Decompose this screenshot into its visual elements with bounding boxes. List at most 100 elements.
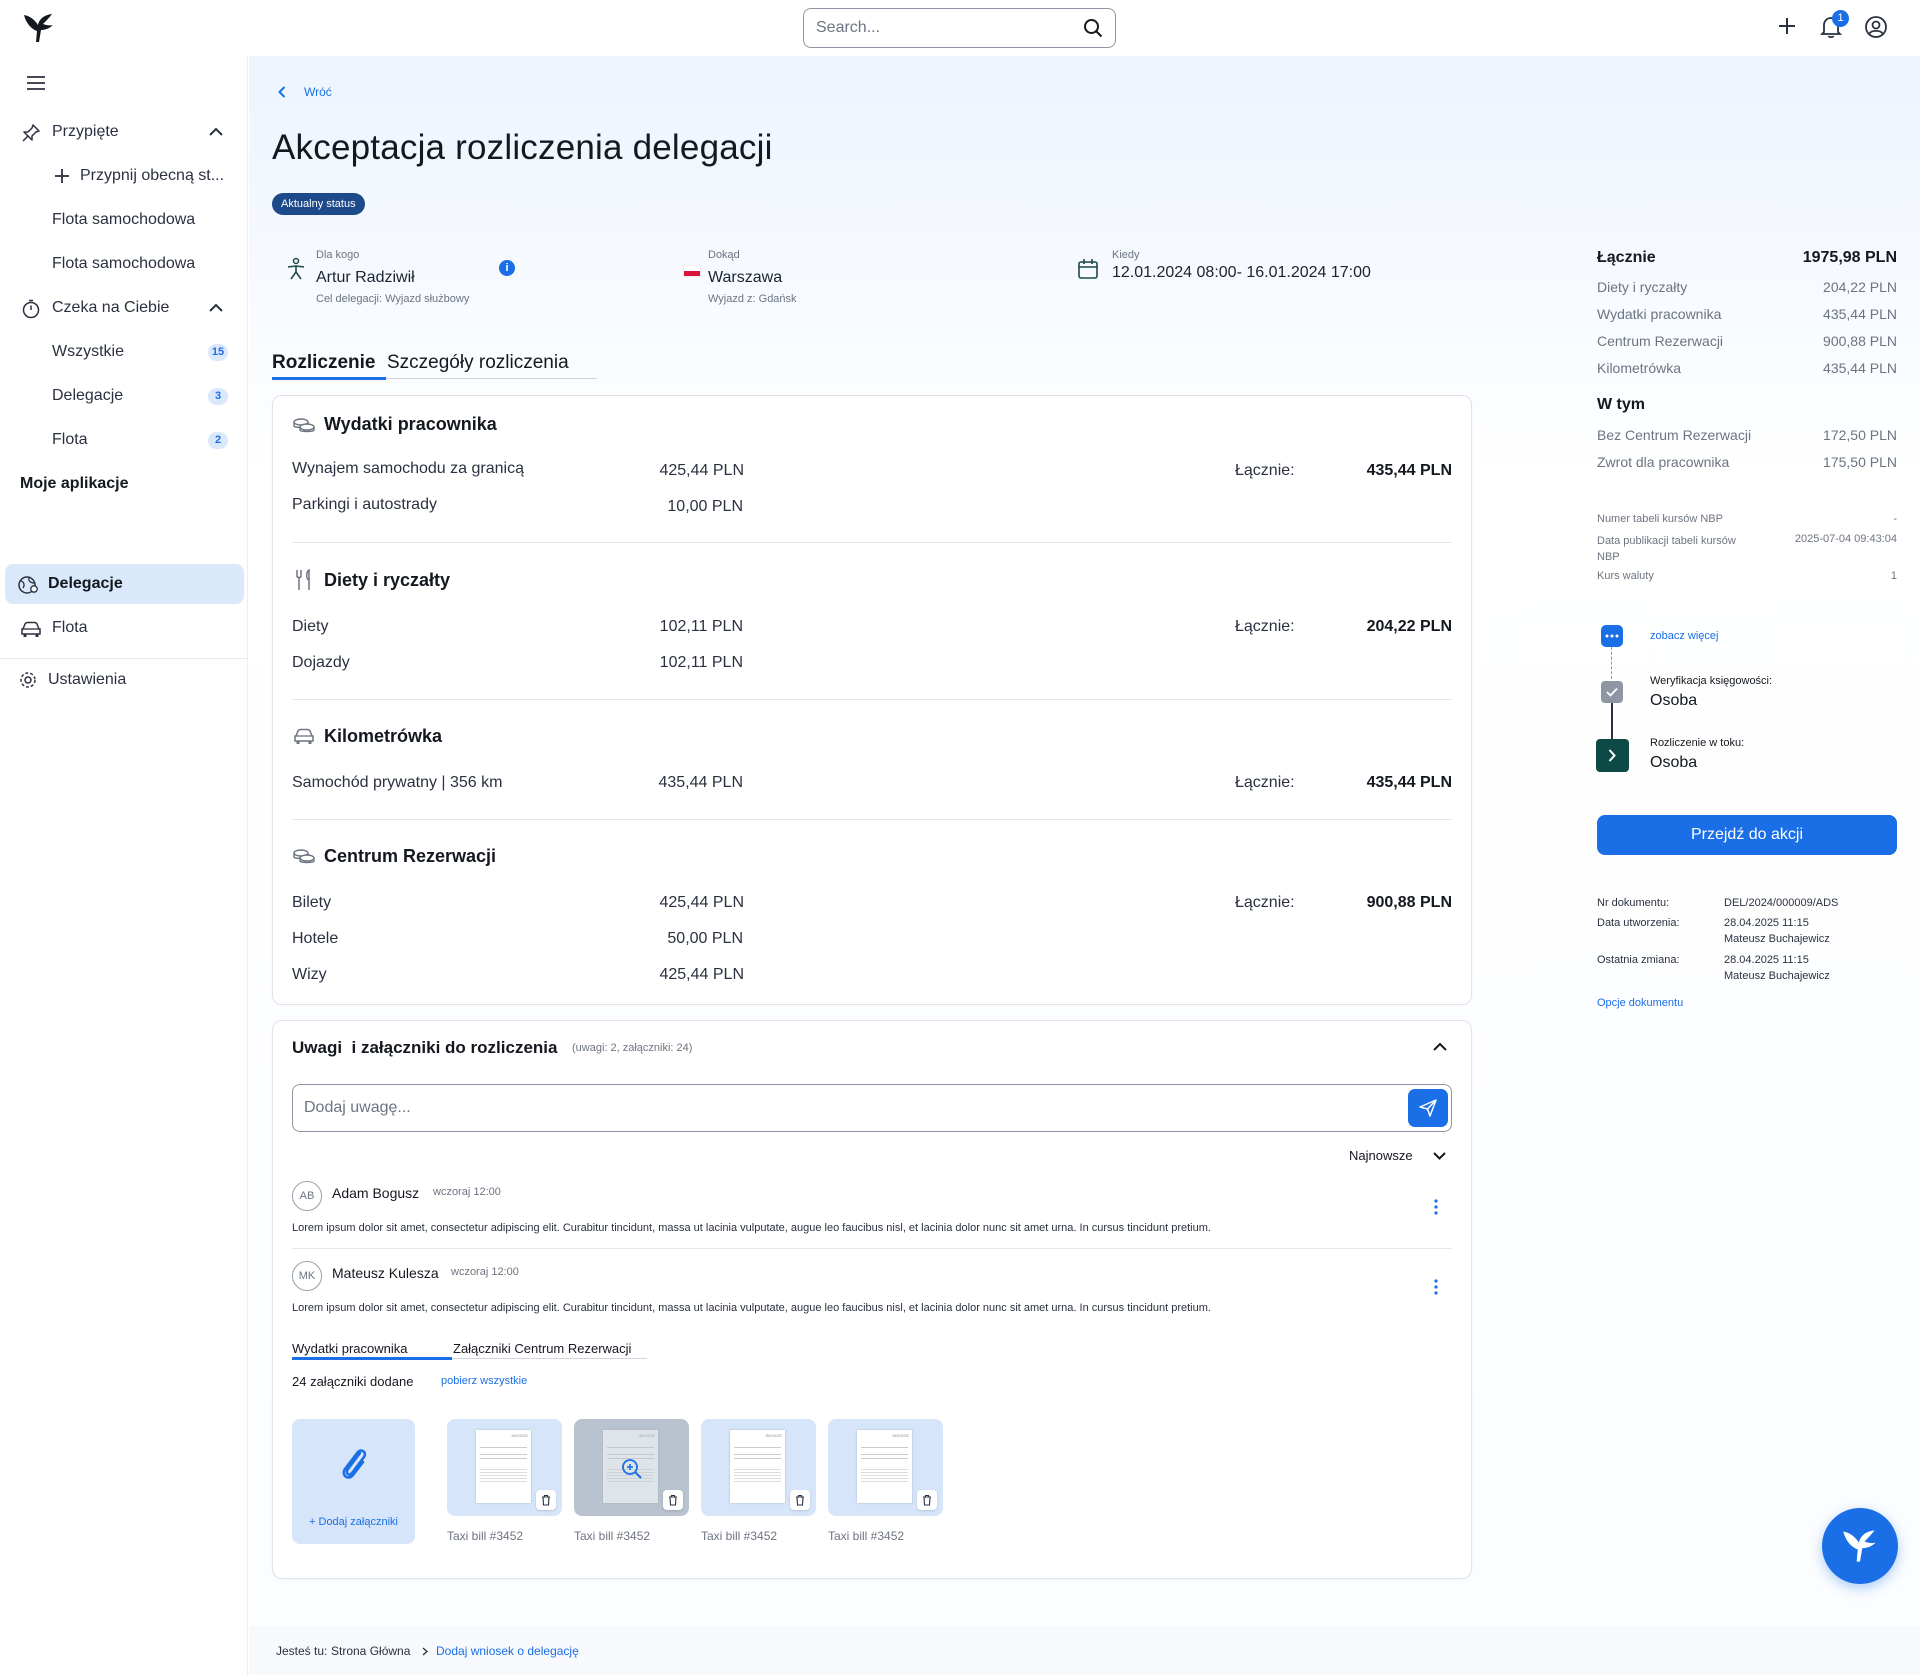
doc-modified-value: 28.04.2025 11:15 (1724, 954, 1809, 966)
add-attachment-label: + Dodaj załączniki (309, 1516, 398, 1528)
go-to-action-button[interactable]: Przejdź do akcji (1597, 815, 1897, 855)
section-total-value: 204,22 PLN (1366, 618, 1452, 635)
delete-attachment-button[interactable] (917, 1490, 937, 1510)
sidebar-section-pinned[interactable]: Przypięte (0, 112, 248, 152)
avatar: MK (292, 1261, 322, 1291)
breadcrumb-home[interactable]: Strona Główna (331, 1644, 410, 1658)
tab-settlement[interactable]: Rozliczenie (272, 352, 375, 374)
summary-row-label: Wydatki pracownika (1597, 306, 1722, 322)
more-vertical-icon[interactable] (1434, 1199, 1438, 1215)
where-label: Dokąd (708, 249, 740, 261)
see-more-link[interactable]: zobacz więcej (1650, 630, 1718, 642)
attachment-caption: Taxi bill #3452 (574, 1529, 651, 1543)
summary-row-label: Bez Centrum Rezerwacji (1597, 427, 1752, 443)
summary-row: Centrum Rezerwacji 900,88 PLN (1597, 333, 1897, 349)
app-logo-icon[interactable] (22, 12, 56, 44)
settlement-card (272, 395, 1472, 1005)
row-label: Parkingi i autostrady (292, 496, 437, 513)
attachment-thumbnail-hover[interactable]: INVOICE (574, 1419, 689, 1516)
timeline-more-button[interactable] (1601, 625, 1623, 647)
comment-input[interactable] (304, 1099, 1404, 1117)
doc-number-label: Nr dokumentu: (1597, 897, 1670, 909)
collapse-chevron-up-icon[interactable] (1433, 1042, 1447, 1051)
invoice-preview: INVOICE (730, 1430, 785, 1503)
comment-text: Lorem ipsum dolor sit amet, consectetur … (292, 1222, 1211, 1234)
summary-row-value: 900,88 PLN (1823, 333, 1897, 349)
delete-attachment-button[interactable] (536, 1490, 556, 1510)
invoice-header: INVOICE (511, 1433, 528, 1438)
traveler-name: Artur Radziwił (316, 269, 415, 286)
user-account-icon[interactable] (1864, 15, 1888, 39)
attachment-thumbnail[interactable]: INVOICE (701, 1419, 816, 1516)
chevron-right-icon (422, 1647, 428, 1656)
sidebar-item-fleet[interactable]: Flota 2 (0, 420, 248, 460)
timeline-step-label: Weryfikacja księgowości: (1650, 675, 1773, 687)
search-icon[interactable] (1083, 18, 1103, 38)
top-bar: 1 (0, 0, 1920, 56)
summary-row: Zwrot dla pracownika 175,50 PLN (1597, 454, 1897, 470)
invoice-preview: INVOICE (476, 1430, 531, 1503)
chevron-up-icon[interactable] (209, 303, 223, 312)
summary-including-heading: W tym (1597, 396, 1645, 413)
tab-settlement-details[interactable]: Szczegóły rozliczenia (387, 352, 569, 374)
sort-dropdown-label[interactable]: Najnowsze (1349, 1148, 1413, 1163)
attachment-thumbnail[interactable]: INVOICE (828, 1419, 943, 1516)
comment-time: wczoraj 12:00 (451, 1266, 519, 1278)
chevron-up-icon[interactable] (209, 127, 223, 136)
comments-title: Uwagi i załączniki do rozliczenia (292, 1038, 558, 1057)
sidebar-item-delegations[interactable]: Delegacje 3 (0, 376, 248, 416)
attachment-thumbnail[interactable]: INVOICE (447, 1419, 562, 1516)
download-all-link[interactable]: pobierz wszystkie (441, 1375, 527, 1387)
breadcrumb-current[interactable]: Dodaj wniosek o delegację (436, 1644, 579, 1658)
summary-total-value: 1975,98 PLN (1802, 249, 1897, 266)
tab-employee-expense-attachments[interactable]: Wydatki pracownika (292, 1341, 407, 1356)
tab-booking-center-attachments[interactable]: Załączniki Centrum Rezerwacji (453, 1341, 631, 1356)
car-icon (293, 727, 315, 745)
more-vertical-icon[interactable] (1434, 1279, 1438, 1295)
comment-input-box[interactable] (292, 1084, 1452, 1132)
row-label: Wynajem samochodu za granicą (292, 460, 524, 477)
invoice-header: INVOICE (638, 1433, 655, 1438)
search-input[interactable] (816, 19, 1066, 37)
chevron-down-icon[interactable] (1433, 1152, 1446, 1160)
row-label: Samochód prywatny | 356 km (292, 774, 503, 791)
zoom-in-icon[interactable] (620, 1457, 644, 1481)
info-icon[interactable]: i (499, 260, 515, 276)
sidebar-section-waiting[interactable]: Czeka na Ciebie (0, 288, 248, 328)
sidebar-item-settings[interactable]: Ustawienia (0, 660, 248, 700)
sidebar-app-fleet[interactable]: Flota (0, 608, 248, 648)
section-total-value: 900,88 PLN (1366, 894, 1452, 911)
plus-icon[interactable] (1776, 15, 1798, 37)
nbp-table-value: - (1893, 513, 1897, 525)
add-attachment-button[interactable]: + Dodaj załączniki (292, 1419, 415, 1544)
row-value: 425,44 PLN (659, 966, 744, 983)
search-box[interactable] (803, 8, 1116, 48)
tab-active-indicator (272, 377, 386, 380)
document-options-link[interactable]: Opcje dokumentu (1597, 997, 1683, 1009)
assistant-fab-button[interactable] (1822, 1508, 1898, 1584)
invoice-header: INVOICE (892, 1433, 909, 1438)
sidebar-item-pinned-fleet-2[interactable]: Flota samochodowa (0, 244, 248, 284)
row-value: 435,44 PLN (658, 774, 743, 791)
attachment-caption: Taxi bill #3452 (828, 1529, 905, 1543)
summary-total-label: Łącznie (1597, 249, 1656, 266)
fork-knife-icon (294, 569, 314, 591)
timeline-step-person: Osoba (1650, 692, 1698, 709)
sidebar-item-pinned-fleet-1[interactable]: Flota samochodowa (0, 200, 248, 240)
sidebar-item-all[interactable]: Wszystkie 15 (0, 332, 248, 372)
traveler-icon (285, 257, 307, 281)
exchange-rate-value: 1 (1890, 570, 1897, 582)
hamburger-menu-icon[interactable] (27, 76, 45, 90)
back-label: Wróć (304, 85, 332, 99)
sidebar-item-pin-current[interactable]: Przypnij obecną st... (0, 156, 248, 196)
sidebar-item-label: Flota (52, 619, 88, 636)
timeline-step-current (1596, 739, 1629, 772)
send-comment-button[interactable] (1408, 1089, 1448, 1127)
comment-text: Lorem ipsum dolor sit amet, consectetur … (292, 1302, 1211, 1314)
sidebar-app-delegations[interactable]: Delegacje (0, 564, 248, 604)
delete-attachment-button[interactable] (663, 1490, 683, 1510)
delete-attachment-button[interactable] (790, 1490, 810, 1510)
sidebar-item-label: Flota samochodowa (52, 255, 196, 272)
section-title-allowances: Diety i ryczałty (324, 570, 451, 590)
plus-icon (54, 168, 70, 184)
